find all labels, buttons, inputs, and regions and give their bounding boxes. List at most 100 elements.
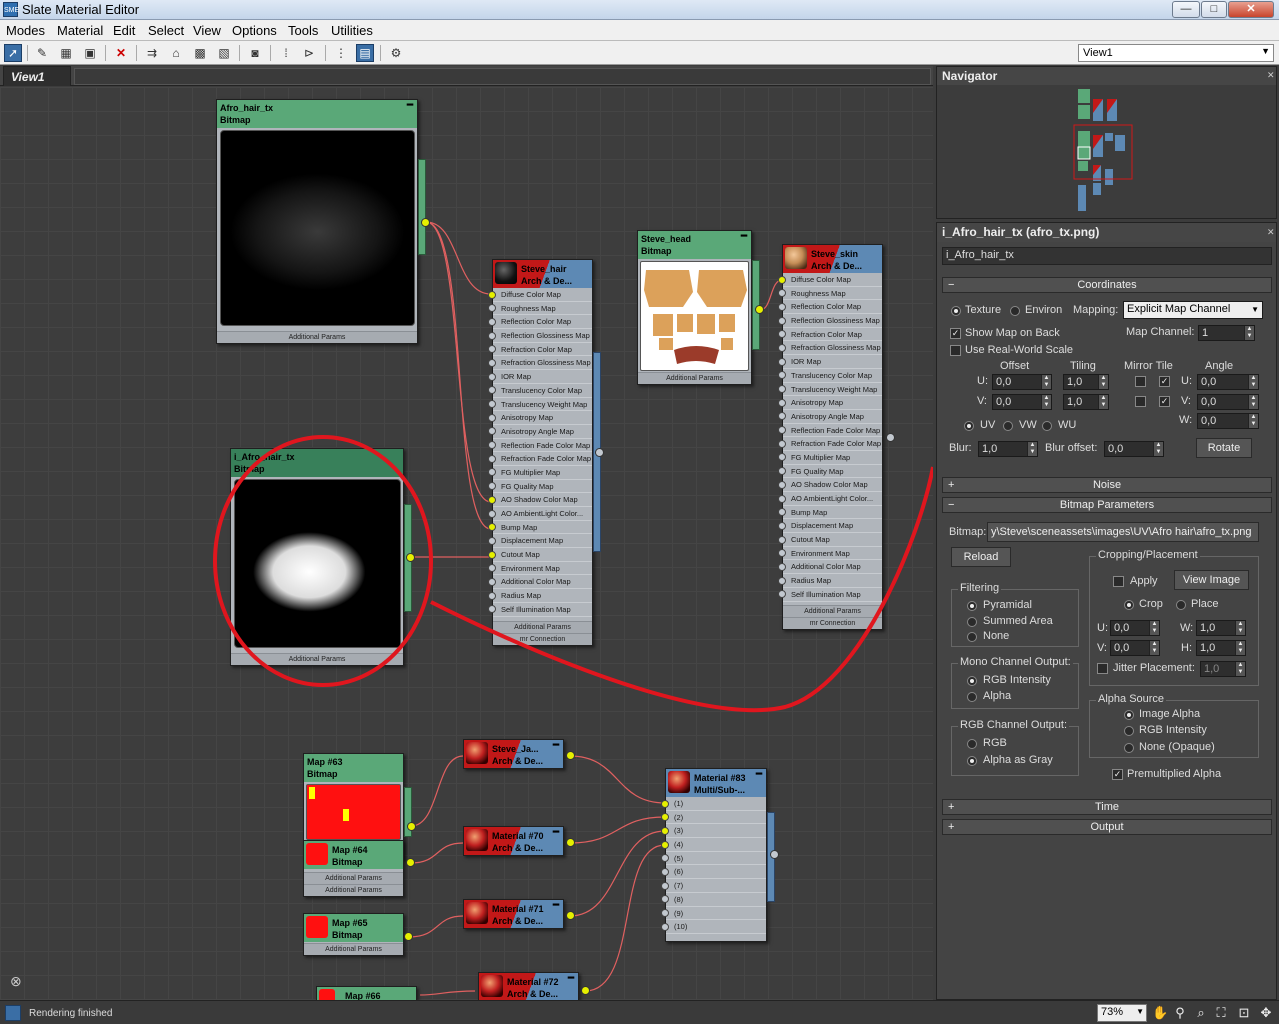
input-socket[interactable] xyxy=(778,576,786,585)
input-socket[interactable] xyxy=(661,881,669,890)
input-socket[interactable] xyxy=(778,521,786,530)
menu-edit[interactable]: Edit xyxy=(113,23,135,38)
show-map-in-viewport-icon[interactable]: ▩ xyxy=(191,44,209,62)
input-socket[interactable] xyxy=(488,605,496,614)
input-socket[interactable] xyxy=(778,330,786,339)
output-socket[interactable] xyxy=(886,433,895,442)
crop-u-spinner[interactable]: 0,0 ▲ ▼ xyxy=(1110,620,1160,636)
bitmap-path-button[interactable]: y\Steve\sceneassets\images\UV\Afro hair\… xyxy=(987,522,1259,542)
input-socket[interactable] xyxy=(778,439,786,448)
mono-alpha-radio[interactable] xyxy=(967,692,977,702)
menu-select[interactable]: Select xyxy=(148,23,184,38)
output-socket[interactable] xyxy=(770,850,779,859)
node-header[interactable]: Steve_head Bitmap ━ xyxy=(638,231,751,259)
crop-w-spinner[interactable]: 1,0 ▲ ▼ xyxy=(1196,620,1246,636)
mapping-dropdown[interactable]: Explicit Map Channel ▼ xyxy=(1123,301,1263,319)
node-steve-skin[interactable]: Steve_skin Arch & De... Diffuse Color Map… xyxy=(778,244,883,630)
minimize-icon[interactable]: ━ xyxy=(741,231,747,243)
slot-row[interactable]: Environment Map xyxy=(488,562,592,576)
spinner-arrows[interactable]: ▲ ▼ xyxy=(1235,662,1245,676)
slot-row[interactable]: Translucency Color Map xyxy=(778,369,882,383)
spinner-arrows[interactable]: ▲ ▼ xyxy=(1149,621,1159,635)
output-socket[interactable] xyxy=(407,822,416,831)
node-header[interactable]: Map #65 Bitmap xyxy=(304,914,403,942)
node-header[interactable]: Material #83 Multi/Sub-... ━ xyxy=(666,769,766,797)
minimize-icon[interactable]: ━ xyxy=(553,740,559,752)
slot-row[interactable]: Self Illumination Map xyxy=(778,588,882,602)
input-socket[interactable] xyxy=(661,922,669,931)
input-socket[interactable] xyxy=(488,564,496,573)
v-tiling-spinner[interactable]: 1,0 ▲ ▼ xyxy=(1063,394,1109,410)
apply-checkbox[interactable] xyxy=(1113,576,1124,587)
slot-row[interactable]: Roughness Map xyxy=(778,287,882,301)
input-socket[interactable] xyxy=(661,826,669,835)
slot-row[interactable]: Translucency Color Map xyxy=(488,384,592,398)
image-alpha-radio[interactable] xyxy=(1124,710,1134,720)
input-socket[interactable] xyxy=(488,495,496,504)
slot-row[interactable]: Refraction Glossiness Map xyxy=(488,356,592,371)
vw-radio[interactable] xyxy=(1003,421,1013,431)
output-socket[interactable] xyxy=(566,838,575,847)
put-to-scene-icon[interactable]: ▦ xyxy=(57,44,75,62)
input-socket[interactable] xyxy=(488,345,496,354)
slot-row[interactable]: AO AmbientLight Color... xyxy=(778,492,882,506)
input-socket[interactable] xyxy=(778,289,786,298)
input-socket[interactable] xyxy=(488,509,496,518)
minimize-icon[interactable]: ━ xyxy=(756,769,762,781)
show-end-result-icon[interactable]: ◙ xyxy=(246,44,264,62)
binoculars-icon[interactable]: ⊗ xyxy=(10,973,22,990)
u-mirror-checkbox[interactable] xyxy=(1135,376,1146,387)
jitter-spinner[interactable]: 1,0 ▲ ▼ xyxy=(1200,661,1246,677)
input-socket[interactable] xyxy=(778,467,786,476)
input-socket[interactable] xyxy=(488,290,496,299)
summed-area-radio[interactable] xyxy=(967,617,977,627)
node-steve-hair[interactable]: Steve_hair Arch & De... Diffuse Color Map… xyxy=(488,259,593,646)
rollout-time[interactable]: + Time xyxy=(942,799,1272,815)
pan-hand-icon[interactable]: ✋ xyxy=(1152,1005,1168,1021)
show-background-icon[interactable]: ▧ xyxy=(215,44,233,62)
slot-row[interactable]: (5) xyxy=(661,852,766,866)
input-socket[interactable] xyxy=(778,343,786,352)
select-by-material-icon[interactable]: ⚙ xyxy=(387,44,405,62)
slot-row[interactable]: Additional Color Map xyxy=(488,575,592,590)
close-icon[interactable]: ✕ xyxy=(1267,70,1275,81)
slot-row[interactable]: Roughness Map xyxy=(488,302,592,316)
slot-row[interactable]: Radius Map xyxy=(778,574,882,588)
input-socket[interactable] xyxy=(488,482,496,491)
output-socket[interactable] xyxy=(406,553,415,562)
slot-row[interactable]: FG Quality Map xyxy=(488,480,592,494)
slot-row[interactable]: AO Shadow Color Map xyxy=(778,478,882,492)
input-socket[interactable] xyxy=(488,358,496,367)
spinner-arrows[interactable]: ▲ ▼ xyxy=(1248,414,1258,428)
zoom-dropdown[interactable]: 73% ▼ xyxy=(1097,1004,1147,1022)
input-socket[interactable] xyxy=(661,895,669,904)
input-socket[interactable] xyxy=(778,385,786,393)
slot-row[interactable]: Bump Map xyxy=(778,506,882,520)
spinner-arrows[interactable]: ▲ ▼ xyxy=(1244,326,1254,340)
input-socket[interactable] xyxy=(778,412,786,421)
texture-radio[interactable] xyxy=(951,306,961,316)
minimize-icon[interactable]: ━ xyxy=(407,100,413,112)
input-socket[interactable] xyxy=(661,840,669,849)
premultiplied-alpha-checkbox[interactable]: ✓ xyxy=(1112,769,1123,780)
output-socket[interactable] xyxy=(406,858,415,867)
u-angle-spinner[interactable]: 0,0 ▲ ▼ xyxy=(1197,374,1259,390)
output-socket[interactable] xyxy=(595,448,604,457)
zoom-extents-icon[interactable]: ⛶ xyxy=(1213,1005,1229,1021)
blur-spinner[interactable]: 1,0 ▲ ▼ xyxy=(978,441,1038,457)
input-socket[interactable] xyxy=(488,468,496,477)
spinner-arrows[interactable]: ▲ ▼ xyxy=(1153,442,1163,456)
input-socket[interactable] xyxy=(488,400,496,408)
view-image-button[interactable]: View Image xyxy=(1174,570,1249,590)
show-map-on-back-checkbox[interactable]: ✓ xyxy=(950,328,961,339)
slot-row[interactable]: Reflection Fade Color Map xyxy=(488,439,592,453)
hide-unused-slots-icon[interactable]: ⌂ xyxy=(167,44,185,62)
slot-row[interactable]: Refraction Glossiness Map xyxy=(778,341,882,356)
input-socket[interactable] xyxy=(488,331,496,340)
slot-row[interactable]: Reflection Color Map xyxy=(488,315,592,330)
input-socket[interactable] xyxy=(778,508,786,517)
navigator-minimap[interactable] xyxy=(1073,87,1133,215)
slot-row[interactable]: Refraction Color Map xyxy=(488,343,592,357)
output-socket[interactable] xyxy=(566,911,575,920)
output-socket[interactable] xyxy=(755,305,764,314)
